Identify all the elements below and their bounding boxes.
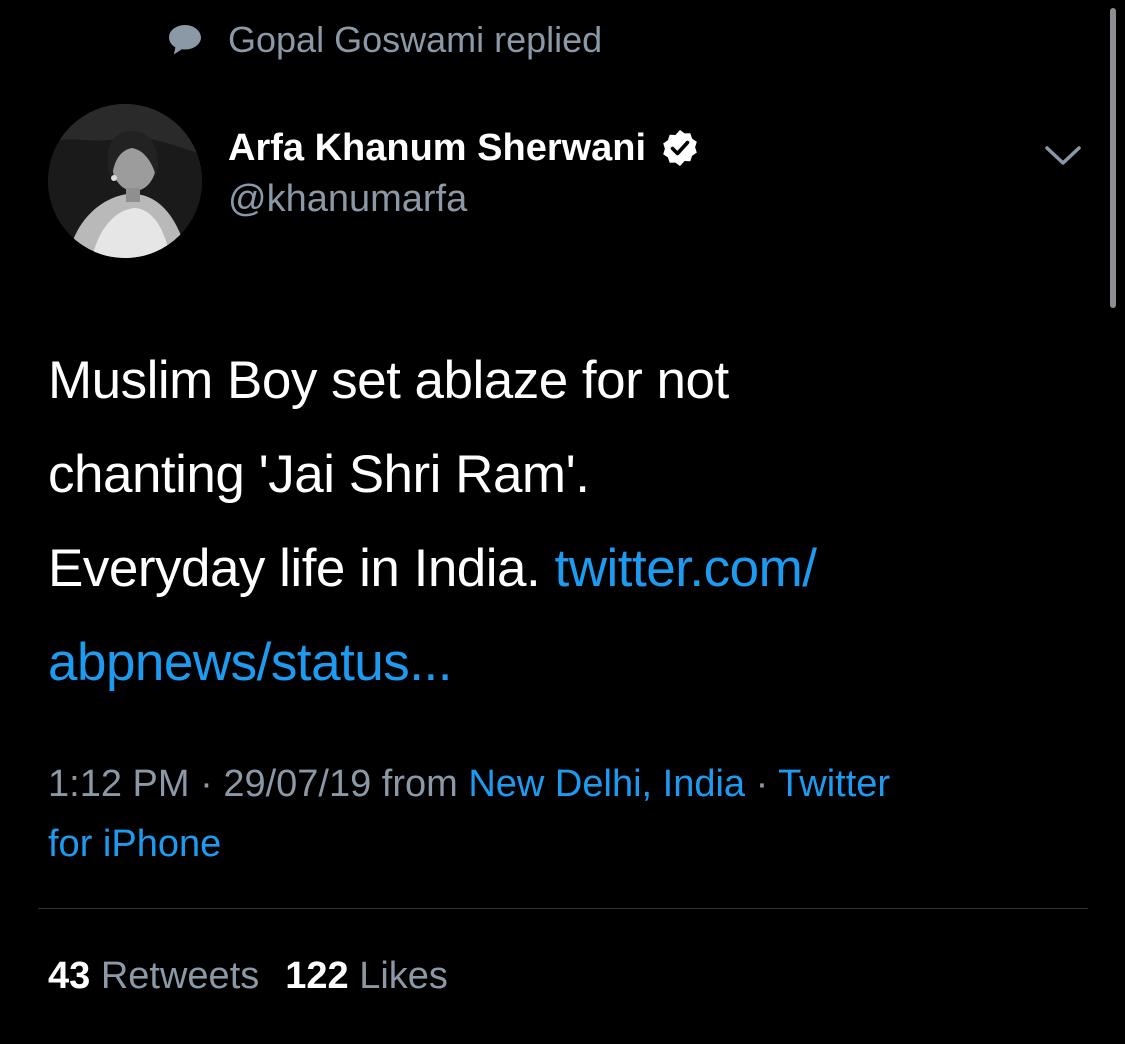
author-handle[interactable]: @khanumarfa (228, 178, 467, 221)
social-context-text: Gopal Goswami replied (228, 19, 603, 60)
divider (38, 908, 1088, 909)
scrollbar[interactable] (1110, 8, 1116, 308)
tweet-menu-button[interactable] (1040, 136, 1086, 176)
tweet-link[interactable]: twitter.com/ (555, 539, 818, 598)
tweet-text-line: chanting 'Jai Shri Ram'. (48, 445, 590, 504)
meta-separator: · (755, 763, 769, 805)
meta-from-label: from (381, 763, 458, 805)
tweet-text: Muslim Boy set ablaze for not chanting '… (48, 334, 1048, 710)
tweet-text-segment: Everyday life in India. (48, 539, 541, 598)
author-name-row[interactable]: Arfa Khanum Sherwani (228, 122, 700, 174)
tweet-date: 29/07/19 (223, 763, 372, 805)
source-link-continuation[interactable]: for iPhone (48, 823, 221, 865)
chevron-down-icon (1045, 146, 1081, 165)
tweet-meta-line: 1:12 PM · 29/07/19 from New Delhi, India… (48, 754, 1068, 814)
tweet-link-continuation[interactable]: abpnews/status... (48, 633, 452, 692)
tweet-meta-line: for iPhone (48, 814, 1068, 874)
likes-label: Likes (359, 955, 448, 997)
verified-badge-icon (660, 128, 700, 168)
tweet-text-line: Everyday life in India. twitter.com/ (48, 522, 1048, 616)
likes-count: 122 (285, 955, 349, 997)
source-link[interactable]: Twitter (778, 763, 890, 805)
retweets-stat[interactable]: 43 Retweets (48, 955, 259, 997)
location-link[interactable]: New Delhi, India (468, 763, 745, 805)
meta-separator: · (200, 763, 213, 805)
avatar[interactable] (48, 104, 202, 258)
tweet-stats: 43 Retweets 122 Likes (48, 946, 448, 1006)
tweet-meta: 1:12 PM · 29/07/19 from New Delhi, India… (48, 754, 1068, 874)
tweet-text-line: abpnews/status... (48, 616, 1048, 710)
social-context[interactable]: Gopal Goswami replied (164, 16, 602, 64)
retweets-label: Retweets (100, 955, 260, 997)
tweet-time: 1:12 PM (48, 763, 190, 805)
retweets-count: 43 (48, 955, 91, 997)
speech-bubble-icon (164, 16, 206, 64)
likes-stat[interactable]: 122 Likes (285, 955, 448, 997)
tweet-text-line: Muslim Boy set ablaze for not (48, 351, 729, 410)
display-name[interactable]: Arfa Khanum Sherwani (228, 127, 646, 170)
